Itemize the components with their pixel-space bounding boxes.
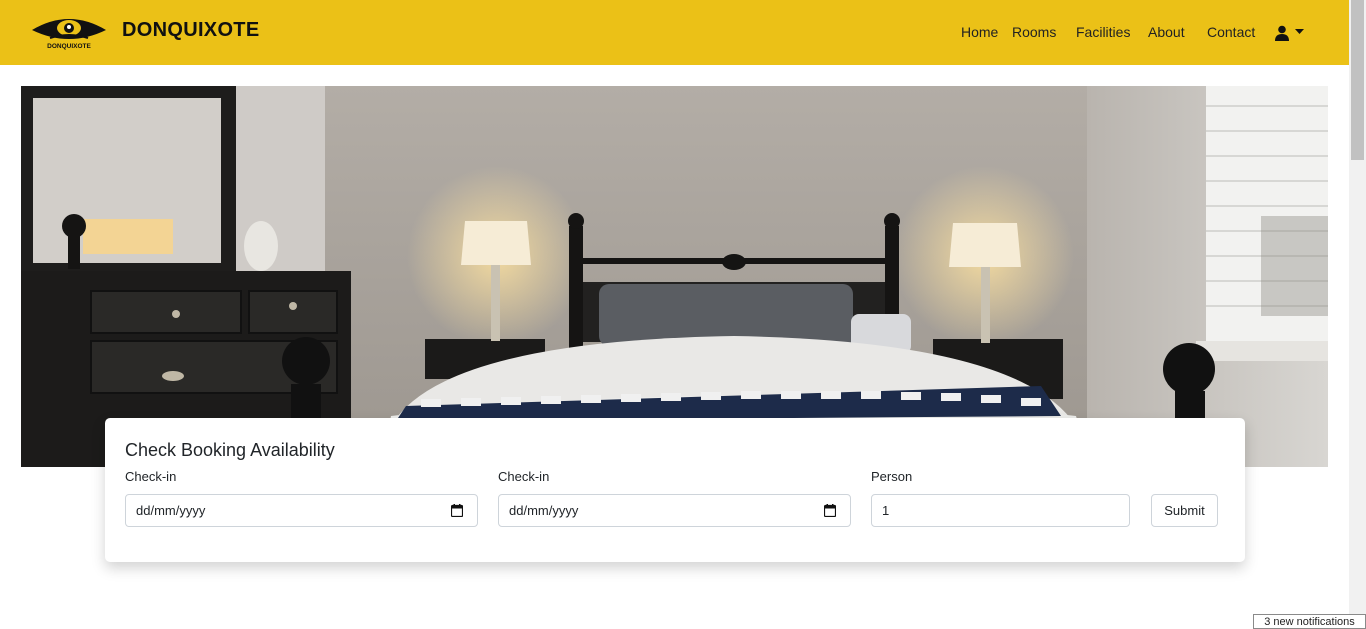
bedroom-photo bbox=[21, 86, 1328, 467]
notifications-badge[interactable]: 3 new notifications bbox=[1253, 614, 1366, 629]
scrollbar-thumb[interactable] bbox=[1351, 0, 1364, 160]
booking-title: Check Booking Availability bbox=[125, 440, 335, 460]
person-label: Person bbox=[871, 469, 913, 484]
calendar-icon[interactable] bbox=[824, 504, 836, 517]
caret-down-icon bbox=[1295, 29, 1304, 34]
checkout-date-input[interactable]: dd/mm/yyyy bbox=[498, 494, 851, 527]
checkout-date-value: dd/mm/yyyy bbox=[509, 503, 579, 518]
calendar-icon[interactable] bbox=[451, 504, 463, 517]
checkin-date-input[interactable]: dd/mm/yyyy bbox=[125, 494, 478, 527]
nav-rooms[interactable]: Rooms bbox=[1012, 24, 1056, 40]
submit-button[interactable]: Submit bbox=[1151, 494, 1218, 527]
nav-contact[interactable]: Contact bbox=[1207, 24, 1255, 40]
top-navbar: DONQUIXOTE DONQUIXOTE Home Rooms Facilit… bbox=[0, 0, 1349, 65]
brand-name[interactable]: DONQUIXOTE bbox=[122, 19, 259, 42]
user-icon bbox=[1275, 25, 1289, 41]
person-value: 1 bbox=[882, 503, 890, 518]
hero-image bbox=[21, 86, 1328, 467]
nav-about[interactable]: About bbox=[1148, 24, 1185, 40]
nav-home[interactable]: Home bbox=[961, 24, 998, 40]
booking-card: Check Booking Availability Check-in dd/m… bbox=[105, 418, 1245, 562]
checkin-label: Check-in bbox=[125, 469, 177, 484]
checkin-date-value: dd/mm/yyyy bbox=[136, 503, 206, 518]
checkout-label: Check-in bbox=[498, 469, 550, 484]
logo-text: DONQUIXOTE bbox=[47, 43, 91, 50]
user-menu-button[interactable] bbox=[1272, 24, 1306, 44]
logo-icon[interactable]: DONQUIXOTE bbox=[30, 14, 108, 52]
person-input[interactable]: 1 bbox=[871, 494, 1130, 527]
nav-facilities[interactable]: Facilities bbox=[1076, 24, 1130, 40]
